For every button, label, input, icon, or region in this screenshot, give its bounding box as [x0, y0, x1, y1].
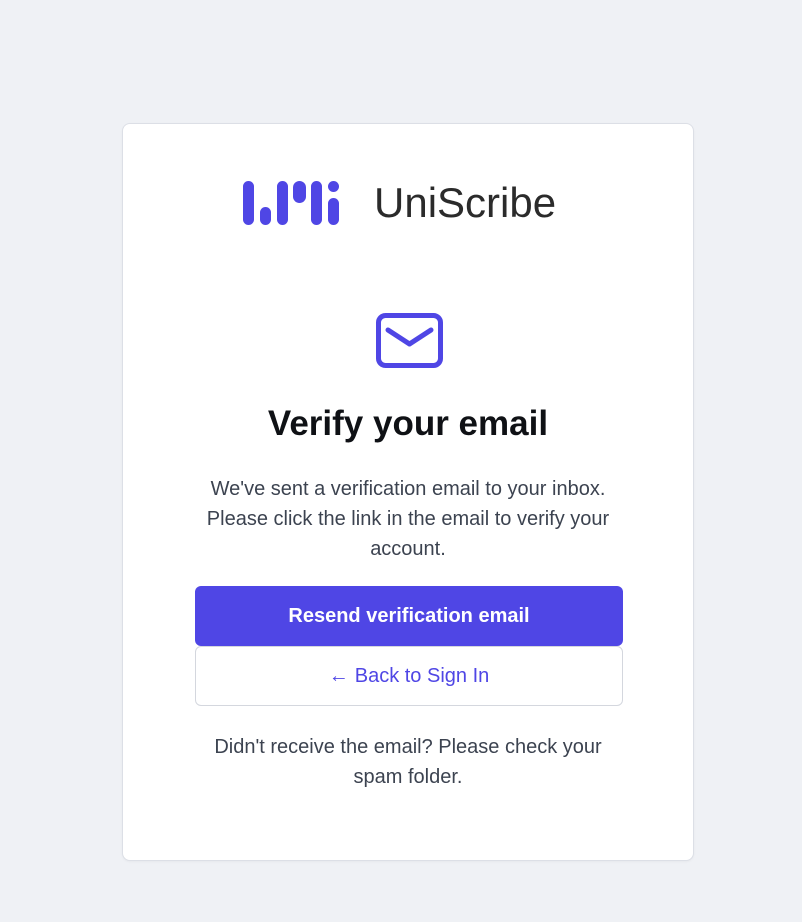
resend-verification-button[interactable]: Resend verification email: [195, 586, 623, 646]
back-to-sign-in-button[interactable]: ← Back to Sign In: [195, 646, 623, 706]
uniscribe-logo-icon: [243, 181, 339, 225]
verify-email-card: UniScribe Verify your email We've sent a…: [122, 123, 694, 861]
arrow-left-icon: ←: [328, 664, 349, 687]
brand-logo: UniScribe: [243, 180, 556, 226]
page-title: Verify your email: [267, 404, 549, 443]
spam-folder-note: Didn't receive the email? Please check y…: [214, 736, 602, 788]
verification-description: We've sent a verification email to your …: [206, 478, 610, 560]
brand-name: UniScribe: [374, 179, 557, 226]
back-to-sign-in-label: Back to Sign In: [354, 664, 490, 687]
mail-icon: [376, 313, 443, 368]
